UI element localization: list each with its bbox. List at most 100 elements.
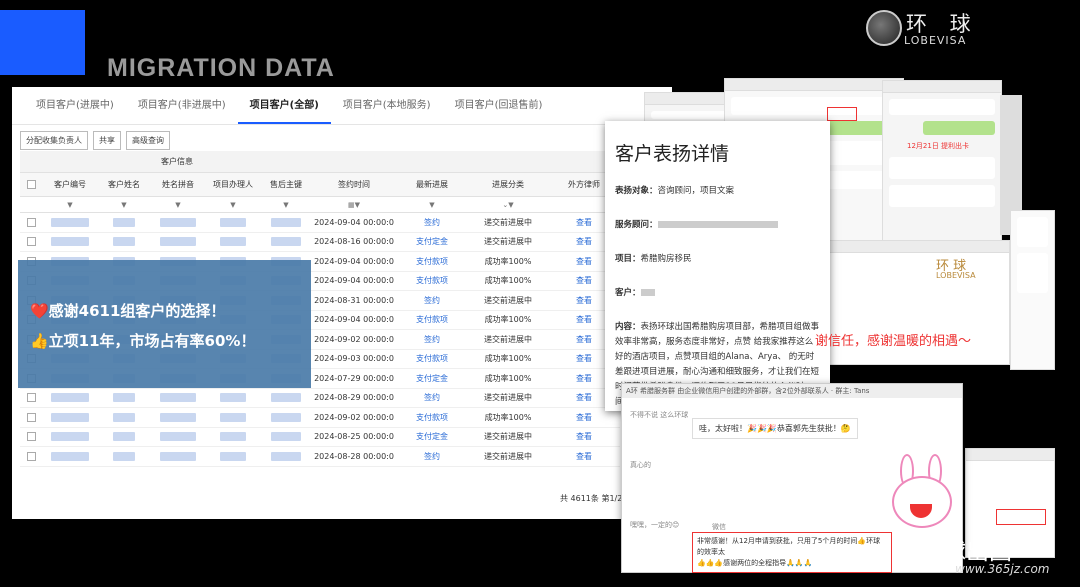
- chevron-down-icon[interactable]: ⌄▼: [502, 201, 513, 209]
- progress-link[interactable]: 签约: [396, 295, 468, 306]
- col-sign-time[interactable]: 签约时间: [312, 173, 396, 196]
- progress-category: 成功率100%: [484, 276, 532, 286]
- progress-category: 递交前进展中: [484, 432, 532, 442]
- advanced-search-button[interactable]: 高级查询: [126, 131, 170, 150]
- table-row[interactable]: 2024-08-29 00:00:0 签约 递交前进展中 查看: [20, 389, 620, 408]
- row-checkbox[interactable]: [26, 432, 36, 442]
- progress-link[interactable]: 支付定金: [396, 236, 468, 247]
- table-row[interactable]: 2024-09-02 00:00:0 支付款项 成功率100% 查看: [20, 408, 620, 428]
- logo-text-en: LOBEVISA: [904, 34, 967, 47]
- redacted-cell: [160, 451, 196, 461]
- col-handler[interactable]: 项目办理人: [206, 173, 260, 196]
- sign-time: 2024-09-04 00:00:0: [314, 256, 394, 266]
- calendar-icon[interactable]: ▦▼: [348, 201, 360, 209]
- chat-message: 真心的: [630, 461, 651, 469]
- progress-link[interactable]: 签约: [396, 217, 468, 228]
- client-redacted: [640, 289, 655, 296]
- tab-local-service[interactable]: 项目客户(本地服务): [331, 87, 443, 124]
- filter-icon[interactable]: ▼: [67, 201, 72, 209]
- col-name-pinyin[interactable]: 姓名拼音: [150, 173, 206, 196]
- filter-icon[interactable]: ▼: [429, 201, 434, 209]
- highlight-banner: ❤️感谢4611组客户的选择！ 👍立项11年，市场占有率60%！: [18, 260, 311, 388]
- progress-link[interactable]: 支付款项: [396, 412, 468, 423]
- table-row[interactable]: 2024-08-16 00:00:0 支付定金 递交前进展中 查看: [20, 233, 620, 252]
- progress-link[interactable]: 签约: [396, 451, 468, 462]
- tab-all[interactable]: 项目客户(全部): [237, 87, 331, 124]
- bunny-sticker-icon: [876, 454, 966, 534]
- redacted-cell: [271, 237, 301, 247]
- filter-icon[interactable]: ▼: [230, 201, 235, 209]
- row-checkbox[interactable]: [26, 237, 36, 247]
- progress-category: 递交前进展中: [484, 295, 532, 305]
- progress-category: 成功率100%: [484, 256, 532, 266]
- table-row[interactable]: 2024-09-04 00:00:0 签约 递交前进展中 查看: [20, 213, 620, 233]
- advisor-redacted: [657, 221, 778, 228]
- content-label: 内容：: [615, 322, 641, 332]
- redacted-cell: [271, 451, 301, 461]
- tab-not-in-progress[interactable]: 项目客户(非进展中): [126, 87, 238, 124]
- redacted-cell: [113, 432, 135, 442]
- progress-link[interactable]: 支付款项: [396, 275, 468, 286]
- redacted-cell: [113, 393, 135, 403]
- view-link[interactable]: 查看: [548, 431, 620, 442]
- progress-link[interactable]: 支付款项: [396, 353, 468, 364]
- redacted-cell: [113, 451, 135, 461]
- chat-screenshot: 12月21日 提利出卡: [882, 80, 1002, 245]
- row-checkbox[interactable]: [26, 451, 36, 461]
- col-progress-category[interactable]: 进展分类: [468, 173, 548, 196]
- assign-owner-button[interactable]: 分配收集负责人: [20, 131, 88, 150]
- brand-logo: 环 球 LOBEVISA: [866, 8, 1006, 48]
- col-latest-progress[interactable]: 最新进展: [396, 173, 468, 196]
- redacted-cell: [220, 393, 246, 403]
- col-customer-name[interactable]: 客户姓名: [98, 173, 150, 196]
- progress-link[interactable]: 支付定金: [396, 373, 468, 384]
- col-aftersale-key[interactable]: 售后主键: [260, 173, 312, 196]
- sign-time: 2024-08-25 00:00:0: [314, 432, 394, 442]
- tab-in-progress[interactable]: 项目客户(进展中): [24, 87, 126, 124]
- row-checkbox[interactable]: [26, 217, 36, 227]
- redacted-cell: [220, 217, 246, 227]
- redacted-cell: [113, 237, 135, 247]
- row-checkbox[interactable]: [26, 393, 36, 403]
- highlight-line-1: ❤️感谢4611组客户的选择！: [30, 302, 226, 320]
- project-label: 项目：: [615, 254, 641, 264]
- redacted-cell: [220, 412, 246, 422]
- group-header-customer-info: 客户信息: [161, 157, 193, 166]
- share-button[interactable]: 共享: [93, 131, 121, 150]
- highlighted-message: 非常感谢！从12月申请到获批，只用了5个月的时间👍环球的效率太 👍👍👍感谢两位的…: [692, 532, 892, 573]
- progress-link[interactable]: 支付款项: [396, 256, 468, 267]
- filter-icon[interactable]: ▼: [121, 201, 126, 209]
- col-customer-id[interactable]: 客户编号: [42, 173, 98, 196]
- accent-block: [0, 10, 85, 75]
- sign-time: 2024-08-16 00:00:0: [314, 237, 394, 247]
- filter-icon[interactable]: ▼: [175, 201, 180, 209]
- tab-rollback[interactable]: 项目客户(回退售前): [443, 87, 555, 124]
- redacted-cell: [271, 432, 301, 442]
- red-slogan: 谢信任，感谢温暖的相遇～: [815, 334, 972, 349]
- redacted-cell: [271, 217, 301, 227]
- progress-link[interactable]: 支付定金: [396, 431, 468, 442]
- progress-category: 递交前进展中: [484, 237, 532, 247]
- progress-link[interactable]: 签约: [396, 392, 468, 403]
- table-header: 客户编号 客户姓名 姓名拼音 项目办理人 售后主键 签约时间 最新进展 进展分类…: [20, 173, 620, 197]
- redacted-cell: [220, 432, 246, 442]
- sign-time: 2024-09-04 00:00:0: [314, 276, 394, 286]
- progress-link[interactable]: 支付款项: [396, 314, 468, 325]
- select-all-checkbox[interactable]: [26, 180, 36, 189]
- table-row[interactable]: 2024-08-25 00:00:0 支付定金 递交前进展中 查看: [20, 428, 620, 447]
- view-link[interactable]: 查看: [548, 412, 620, 423]
- table-row[interactable]: 2024-08-28 00:00:0 签约 递交前进展中 查看: [20, 447, 620, 467]
- progress-link[interactable]: 签约: [396, 334, 468, 345]
- sign-time: 2024-09-02 00:00:0: [314, 412, 394, 422]
- watermark-url: www.365jz.com: [955, 562, 1050, 576]
- sign-time: 2024-08-28 00:00:0: [314, 451, 394, 461]
- row-checkbox[interactable]: [26, 412, 36, 422]
- client-label: 客户：: [615, 288, 641, 298]
- praise-title: 客户表扬详情: [615, 143, 730, 165]
- filter-icon[interactable]: ▼: [283, 201, 288, 209]
- redacted-cell: [271, 412, 301, 422]
- sign-time: 2024-08-31 00:00:0: [314, 295, 394, 305]
- view-link[interactable]: 查看: [548, 451, 620, 462]
- redacted-cell: [160, 432, 196, 442]
- redacted-cell: [51, 451, 89, 461]
